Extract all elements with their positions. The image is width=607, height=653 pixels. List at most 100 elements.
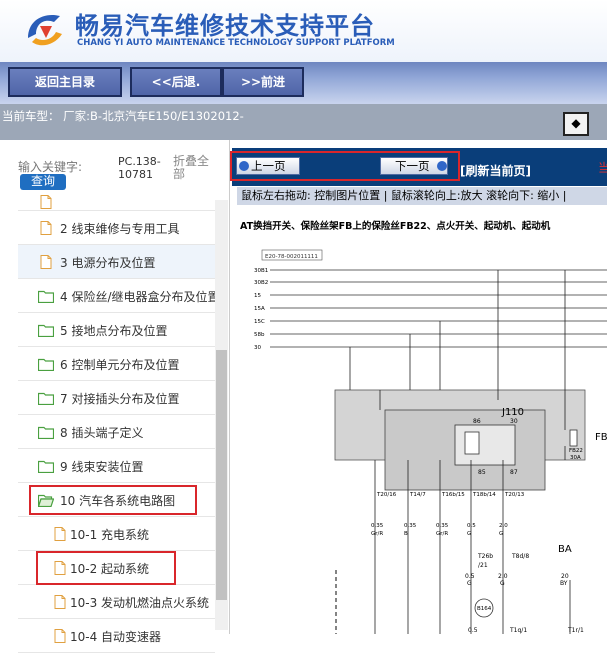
wire-size: 0.35 [404, 523, 417, 529]
file-icon [38, 255, 54, 269]
tree-item[interactable]: 10-1 充电系统 [18, 517, 215, 551]
file-icon [52, 527, 68, 541]
bus-label: 30B1 [254, 268, 268, 274]
bottom-wire-size: 0.5 [468, 627, 478, 634]
forward-button[interactable]: >>前进 [222, 67, 304, 97]
tree-item[interactable]: 9 线束安装位置 [18, 449, 215, 483]
nav-bar: 返回主目录 <<后退. >>前进 [0, 62, 607, 104]
highlight-box [36, 551, 176, 585]
wire-color: G [500, 580, 505, 587]
wire-color: Gr/R [436, 531, 448, 537]
tree-item[interactable]: 3 电源分布及位置 [18, 245, 215, 279]
connector-label: T18b/14 [472, 492, 496, 498]
connector-label: T14/7 [409, 492, 426, 498]
tree-item-label: 6 控制单元分布及位置 [60, 358, 180, 372]
folder-icon [37, 357, 55, 372]
tree-item-label: 7 对接插头分布及位置 [60, 392, 180, 406]
bus-label: 15 [254, 293, 261, 299]
tree-item-label: 9 线束安装位置 [60, 460, 144, 474]
relay-pin-87: 87 [510, 469, 518, 476]
ba-label: BA [558, 544, 572, 555]
relay-box [454, 424, 516, 466]
connector-label: T20/16 [376, 492, 397, 498]
tree-item[interactable]: 10-3 发动机燃油点火系统 [18, 585, 215, 619]
t26b-pin: /21 [478, 562, 488, 569]
prev-page-label: 上一页 [251, 159, 286, 173]
current-model: 当前车型： 厂家:B-北京汽车E150/E1302012- [2, 109, 244, 123]
next-page-button[interactable]: 下一页 [380, 157, 448, 175]
file-icon [52, 595, 68, 609]
t1r-label: T1r/1 [567, 627, 584, 634]
fuse-label: FB22 [569, 448, 583, 454]
bus-label: 15C [254, 319, 265, 325]
relay-pin-86: 86 [473, 418, 481, 425]
t1q-label: T1q/1 [509, 627, 527, 634]
ba-color: BY [560, 580, 568, 587]
tree-item[interactable]: 5 接地点分布及位置 [18, 313, 215, 347]
tree-item[interactable]: 2 线束维修与专用工具 [18, 211, 215, 245]
site-title: 畅易汽车维修技术支持平台 [75, 12, 375, 40]
tree-item[interactable]: 10-4 自动变速器 [18, 619, 215, 653]
wire-color: G [467, 531, 471, 537]
relay-pin-30: 30 [510, 418, 518, 425]
tree-item-label: 4 保险丝/继电器盒分布及位置 [60, 290, 215, 304]
next-page-label: 下一页 [395, 159, 430, 173]
car-info-bar: 当前车型： 厂家:B-北京汽车E150/E1302012- [0, 104, 607, 140]
ba-size: 20 [561, 573, 569, 580]
arrow-left-icon [239, 161, 249, 171]
header: 畅易汽车维修技术支持平台 CHANG YI AUTO MAINTENANCE T… [0, 0, 607, 62]
tree-item-label: 2 线束维修与专用工具 [60, 222, 180, 236]
fuse-symbol [569, 429, 578, 447]
back-button[interactable]: <<后退. [130, 67, 222, 97]
wire-color: Gr/R [371, 531, 383, 537]
refresh-link[interactable]: [刷新当前页] [460, 162, 531, 179]
scrollbar-thumb[interactable] [216, 350, 227, 600]
tree-item-partial[interactable] [18, 177, 215, 211]
bus-lines: 30B1 30B2 15 15A 15C 58b 30 [254, 268, 607, 351]
tree-item-label: 3 电源分布及位置 [60, 256, 156, 270]
wire-color: G [467, 580, 472, 587]
connector-label: T16b/15 [441, 492, 465, 498]
diagram-title: AT换挡开关、保险丝架FB上的保险丝FB22、点火开关、起动机、起动机 [240, 221, 551, 232]
box-label-fb: FB [595, 432, 607, 443]
wire-size: 2.0 [498, 573, 508, 580]
component-label: J110 [501, 407, 524, 418]
wire-color: G [499, 531, 503, 537]
highlight-box [29, 485, 197, 515]
folder-icon [37, 391, 55, 406]
file-icon [38, 221, 54, 235]
file-icon [38, 195, 54, 209]
tree-item-label: 5 接地点分布及位置 [60, 324, 168, 338]
connector-label: T20/13 [504, 492, 525, 498]
home-button[interactable]: 返回主目录 [8, 67, 122, 97]
folder-icon [37, 459, 55, 474]
wiring-diagram[interactable]: E20-78-002011111 30B1 30B2 15 15A 15C 58b 30 J… [240, 240, 607, 634]
tree-item-label: 10-4 自动变速器 [70, 630, 162, 644]
arrow-right-icon [437, 161, 447, 171]
t8d-label: T8d/8 [511, 553, 529, 560]
tree-item-label: 10-3 发动机燃油点火系统 [70, 596, 210, 610]
red-mark: 当 [598, 161, 607, 175]
b164-label: B164 [477, 606, 492, 612]
ce-logo-icon [28, 14, 62, 46]
bus-label: 58b [254, 332, 265, 338]
wire-size: 0.5 [465, 573, 475, 580]
toggle-panel-button[interactable]: ◆ [563, 112, 589, 136]
tree-item-label: 10-1 充电系统 [70, 528, 150, 542]
relay-coil [464, 431, 480, 455]
ref-code: E20-78-002011111 [265, 254, 318, 260]
bus-label: 30B2 [254, 280, 268, 286]
wire-color: B [404, 531, 408, 537]
prev-page-button[interactable]: 上一页 [236, 157, 300, 175]
folder-icon [37, 425, 55, 440]
bus-label: 30 [254, 345, 261, 351]
folder-icon [37, 323, 55, 338]
tree-item[interactable]: 6 控制单元分布及位置 [18, 347, 215, 381]
tree-item[interactable]: 8 插头端子定义 [18, 415, 215, 449]
t26b-label: T26b [477, 553, 493, 560]
wire-size: 0.5 [467, 523, 476, 529]
tree-item[interactable]: 4 保险丝/继电器盒分布及位置 [18, 279, 215, 313]
file-icon [52, 629, 68, 643]
folder-icon [37, 289, 55, 304]
tree-item[interactable]: 7 对接插头分布及位置 [18, 381, 215, 415]
